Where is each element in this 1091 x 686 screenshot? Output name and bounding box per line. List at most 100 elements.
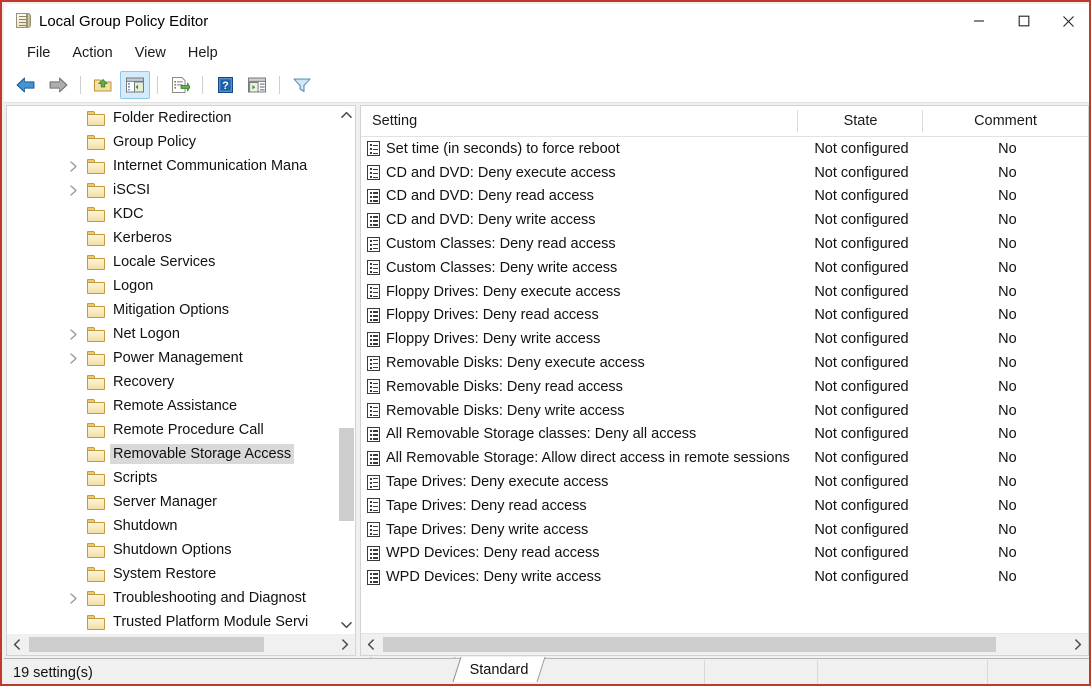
tree-item-troubleshooting-and-diagnostics[interactable]: Troubleshooting and Diagnost [7, 586, 338, 610]
cell-comment: No [927, 498, 1088, 514]
tree-item-shutdown[interactable]: Shutdown [7, 514, 338, 538]
maximize-button[interactable] [1001, 4, 1046, 38]
tree-item-scripts[interactable]: Scripts [7, 466, 338, 490]
table-row[interactable]: Removable Disks: Deny write access Not c… [361, 399, 1088, 423]
tree-item-shutdown-options[interactable]: Shutdown Options [7, 538, 338, 562]
up-one-level-icon[interactable] [88, 71, 118, 99]
policy-setting-icon [367, 427, 381, 442]
tree-item-folder-redirection[interactable]: Folder Redirection [7, 106, 338, 130]
policy-setting-icon [367, 237, 381, 252]
table-row[interactable]: Tape Drives: Deny write access Not confi… [361, 518, 1088, 542]
tree-item-remote-procedure-call[interactable]: Remote Procedure Call [7, 418, 338, 442]
menu-view[interactable]: View [124, 42, 177, 64]
table-row[interactable]: Tape Drives: Deny read access Not config… [361, 494, 1088, 518]
filter-icon[interactable] [287, 71, 317, 99]
tree-item-locale-services[interactable]: Locale Services [7, 250, 338, 274]
show-hide-console-tree-icon[interactable] [120, 71, 150, 99]
menu-help[interactable]: Help [177, 42, 229, 64]
tree-item-iscsi[interactable]: iSCSI [7, 178, 338, 202]
cell-state: Not configured [796, 188, 927, 204]
tree-item-system-restore[interactable]: System Restore [7, 562, 338, 586]
folder-icon [87, 303, 106, 318]
tree-horizontal-scrollbar[interactable] [7, 633, 355, 655]
minimize-button[interactable] [956, 4, 1001, 38]
help-icon[interactable]: ? [210, 71, 240, 99]
chevron-right-icon[interactable] [65, 326, 81, 342]
close-button[interactable] [1046, 4, 1091, 38]
cell-comment: No [927, 355, 1088, 371]
scroll-left-arrow-icon[interactable] [361, 634, 381, 655]
export-list-icon[interactable] [165, 71, 195, 99]
chevron-right-icon[interactable] [65, 182, 81, 198]
tree-item-power-management[interactable]: Power Management [7, 346, 338, 370]
table-row[interactable]: Floppy Drives: Deny write access Not con… [361, 327, 1088, 351]
table-row[interactable]: Floppy Drives: Deny read access Not conf… [361, 304, 1088, 328]
main-content: Folder Redirection Group Policy Internet… [4, 103, 1091, 656]
console-tree[interactable]: Folder Redirection Group Policy Internet… [7, 106, 338, 633]
scroll-up-arrow-icon[interactable] [338, 106, 355, 123]
menu-file[interactable]: File [16, 42, 61, 64]
table-row[interactable]: CD and DVD: Deny execute access Not conf… [361, 161, 1088, 185]
tree-item-group-policy[interactable]: Group Policy [7, 130, 338, 154]
tree-vertical-scrollbar[interactable] [337, 106, 355, 633]
table-row[interactable]: Custom Classes: Deny write access Not co… [361, 256, 1088, 280]
scroll-right-arrow-icon[interactable] [1068, 634, 1088, 655]
scroll-left-arrow-icon[interactable] [7, 634, 27, 655]
tree-item-internet-communication-management[interactable]: Internet Communication Mana [7, 154, 338, 178]
tree-horizontal-scroll-thumb[interactable] [29, 637, 264, 652]
tree-item-remote-assistance[interactable]: Remote Assistance [7, 394, 338, 418]
scroll-down-arrow-icon[interactable] [338, 616, 355, 633]
show-hide-action-pane-icon[interactable] [242, 71, 272, 99]
toolbar: ? [4, 68, 1091, 103]
tree-item-kdc[interactable]: KDC [7, 202, 338, 226]
table-row[interactable]: CD and DVD: Deny write access Not config… [361, 208, 1088, 232]
table-row[interactable]: Custom Classes: Deny read access Not con… [361, 232, 1088, 256]
list-horizontal-scroll-thumb[interactable] [383, 637, 996, 652]
menu-action[interactable]: Action [61, 42, 123, 64]
chevron-right-icon[interactable] [65, 350, 81, 366]
settings-list[interactable]: Set time (in seconds) to force reboot No… [361, 137, 1088, 634]
tree-item-logon[interactable]: Logon [7, 274, 338, 298]
forward-arrow-icon[interactable] [43, 71, 73, 99]
folder-icon [87, 615, 106, 630]
tab-standard[interactable]: Standard [460, 657, 538, 682]
tree-item-label: Locale Services [113, 253, 215, 271]
tree-item-label: KDC [113, 205, 144, 223]
table-row[interactable]: All Removable Storage classes: Deny all … [361, 423, 1088, 447]
list-horizontal-scrollbar[interactable] [361, 633, 1088, 655]
cell-setting: Custom Classes: Deny read access [386, 236, 796, 252]
policy-setting-icon [367, 189, 381, 204]
table-row[interactable]: Set time (in seconds) to force reboot No… [361, 137, 1088, 161]
table-row[interactable]: CD and DVD: Deny read access Not configu… [361, 185, 1088, 209]
scroll-right-arrow-icon[interactable] [335, 634, 355, 655]
tree-item-kerberos[interactable]: Kerberos [7, 226, 338, 250]
tree-item-server-manager[interactable]: Server Manager [7, 490, 338, 514]
column-header-comment[interactable]: Comment [923, 106, 1088, 136]
column-header-state[interactable]: State [798, 106, 923, 136]
table-row[interactable]: All Removable Storage: Allow direct acce… [361, 446, 1088, 470]
chevron-right-icon[interactable] [65, 158, 81, 174]
table-row[interactable]: Removable Disks: Deny execute access Not… [361, 351, 1088, 375]
tree-item-trusted-platform-module-services[interactable]: Trusted Platform Module Servi [7, 610, 338, 633]
tree-item-removable-storage-access[interactable]: Removable Storage Access [7, 442, 338, 466]
table-row[interactable]: WPD Devices: Deny read access Not config… [361, 542, 1088, 566]
tree-item-net-logon[interactable]: Net Logon [7, 322, 338, 346]
folder-icon [87, 255, 106, 270]
tree-vertical-scroll-thumb[interactable] [339, 428, 354, 521]
tree-item-label: Shutdown [113, 517, 178, 535]
table-row[interactable]: Floppy Drives: Deny execute access Not c… [361, 280, 1088, 304]
cell-comment: No [927, 522, 1088, 538]
table-row[interactable]: Removable Disks: Deny read access Not co… [361, 375, 1088, 399]
column-header-setting[interactable]: Setting [361, 106, 798, 136]
folder-icon [87, 543, 106, 558]
tree-item-label: iSCSI [113, 181, 150, 199]
tree-item-recovery[interactable]: Recovery [7, 370, 338, 394]
back-arrow-icon[interactable] [11, 71, 41, 99]
cell-setting: WPD Devices: Deny read access [386, 545, 796, 561]
tree-item-mitigation-options[interactable]: Mitigation Options [7, 298, 338, 322]
table-row[interactable]: WPD Devices: Deny write access Not confi… [361, 565, 1088, 589]
table-row[interactable]: Tape Drives: Deny execute access Not con… [361, 470, 1088, 494]
chevron-right-icon[interactable] [65, 590, 81, 606]
cell-comment: No [927, 379, 1088, 395]
column-header-label: Comment [974, 113, 1037, 129]
